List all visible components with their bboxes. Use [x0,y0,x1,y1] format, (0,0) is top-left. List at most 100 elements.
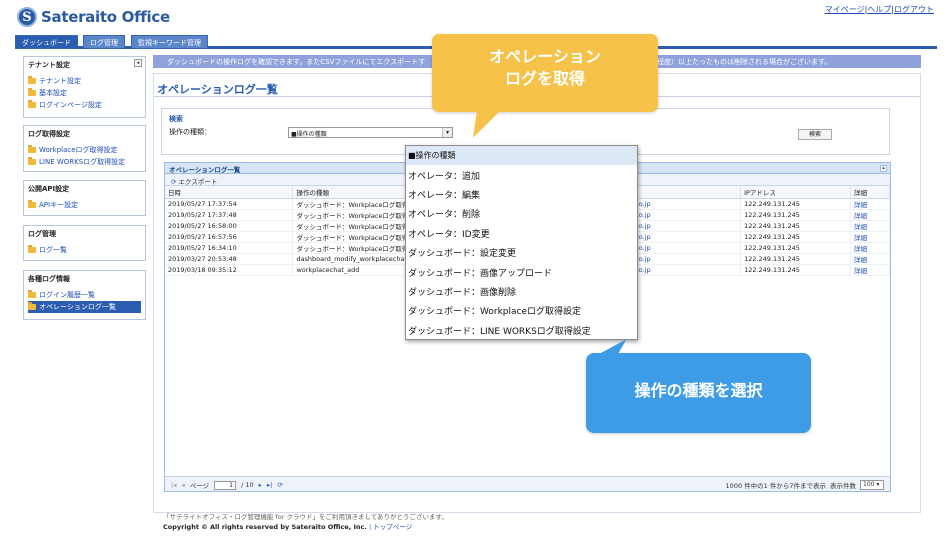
mypage-link[interactable]: マイページ [825,5,865,14]
tab-dashboard[interactable]: ダッシュボード [15,35,78,49]
top-page-link[interactable]: トップページ [373,523,412,531]
refresh-icon[interactable]: ⟳ [277,481,282,489]
page-size-select[interactable]: 100 ▾ [860,480,884,490]
prev-page-icon[interactable]: ◂ [181,481,184,489]
sidebar-section-title: ログ取得設定 [28,130,70,138]
folder-icon [28,76,36,84]
sidebar-section-public-api: 公開API設定 APIキー設定 [23,180,146,216]
app-logo[interactable]: S Sateraito Office [17,6,170,28]
cell-user[interactable]: to.jp [632,231,742,243]
detail-link[interactable]: 詳細 [850,231,890,243]
column-detail[interactable]: 詳細 [850,186,890,199]
last-page-icon[interactable]: ▸| [267,481,272,489]
operation-type-dropdown: ■操作の種類 オペレータ：追加 オペレータ：編集 オペレータ：削除 オペレータ：… [405,145,638,340]
dropdown-option[interactable]: ダッシュボード：LINE WORKSログ取得設定 [406,321,637,340]
cell-user[interactable]: to.jp [632,220,742,232]
chevron-down-icon[interactable]: ▾ [442,128,452,137]
cell-datetime: 2019/05/27 16:57:56 [165,231,294,243]
page-title: オペレーションログ一覧 [157,83,278,96]
cell-ip: 122.249.131.245 [740,198,851,210]
sidebar-item-login-page-settings[interactable]: ログインページ設定 [28,99,141,111]
collapse-icon[interactable]: ◂ [134,59,142,67]
page-number-input[interactable]: 1 [214,480,237,490]
sidebar-item-label: 基本設定 [39,89,67,97]
folder-icon [28,245,36,253]
dropdown-option[interactable]: ダッシュボード：Workplaceログ取得設定 [406,301,637,320]
dropdown-option[interactable]: ■操作の種類 [406,146,637,166]
callout-get-operation-log: オペレーション ログを取得 [432,34,658,112]
sidebar-item-login-history[interactable]: ログイン履歴一覧 [28,289,141,301]
detail-link[interactable]: 詳細 [850,253,890,265]
callout-line2: ログを取得 [504,69,585,88]
sidebar-section-title: ログ管理 [28,230,56,238]
cell-user[interactable]: to.jp [632,209,742,221]
search-title: 検索 [169,115,183,123]
dropdown-option[interactable]: オペレータ：追加 [406,165,637,184]
cell-ip: 122.249.131.245 [740,253,851,265]
pager-controls: |◂ ◂ ページ 1 / 10 ▸ ▸| ⟳ [171,480,283,490]
search-button[interactable]: 検索 [798,129,832,140]
cell-ip: 122.249.131.245 [740,242,851,254]
cell-user[interactable]: to.jp [632,242,742,254]
detail-link[interactable]: 詳細 [850,220,890,232]
export-button[interactable]: ⟳ エクスポート [171,178,217,186]
folder-icon [28,200,36,208]
logout-link[interactable]: ログアウト [894,5,934,14]
detail-link[interactable]: 詳細 [850,209,890,221]
folder-icon [28,88,36,96]
sidebar-item-workplace-log-settings[interactable]: Workplaceログ取得設定 [28,144,141,156]
sidebar-item-label: Workplaceログ取得設定 [39,146,118,154]
dropdown-option[interactable]: ダッシュボード：設定変更 [406,243,637,262]
page-total: / 10 [241,481,254,489]
dropdown-option[interactable]: オペレータ：ID変更 [406,224,637,243]
sidebar-section-title: 公開API設定 [28,185,70,193]
dropdown-option[interactable]: オペレータ：編集 [406,185,637,204]
sidebar-item-label: ログインページ設定 [39,101,102,109]
column-user[interactable] [632,186,742,199]
detail-link[interactable]: 詳細 [850,242,890,254]
info-text: ダッシュボードの操作ログを確認できます。またCSVファイルにてエクスポートす [167,58,426,66]
logo-mark: S [17,7,37,27]
operation-type-label: 操作の種類： [169,128,211,136]
pager: |◂ ◂ ページ 1 / 10 ▸ ▸| ⟳ 1000 件中の1 件から7件まで… [165,476,890,491]
cell-user[interactable]: to.jp [632,264,742,276]
sidebar-item-lineworks-log-settings[interactable]: LINE WORKSログ取得設定 [28,156,141,168]
column-datetime[interactable]: 日時 [165,186,294,199]
help-link[interactable]: ヘルプ [867,5,891,14]
sidebar-item-log-list[interactable]: ログ一覧 [28,244,141,256]
sidebar-item-basic-settings[interactable]: 基本設定 [28,87,141,99]
column-ip-address[interactable]: IPアドレス [740,186,851,199]
sidebar-item-tenant-settings[interactable]: テナント設定 [28,75,141,87]
cell-ip: 122.249.131.245 [740,209,851,221]
grid-title: オペレーションログ一覧 [169,166,241,174]
dropdown-option[interactable]: ダッシュボード：画像アップロード [406,262,637,281]
sidebar-section-title: テナント設定 [28,61,70,69]
detail-link[interactable]: 詳細 [850,264,890,276]
tab-log-management[interactable]: ログ管理 [83,35,125,49]
cell-user[interactable]: to.jp [632,253,742,265]
collapse-up-icon[interactable]: ▴ [880,165,887,172]
detail-link[interactable]: 詳細 [850,198,890,210]
folder-icon [28,290,36,298]
cell-user[interactable]: to.jp [632,198,742,210]
cell-datetime: 2019/05/27 17:37:54 [165,198,294,210]
next-page-icon[interactable]: ▸ [259,481,262,489]
folder-open-icon [28,302,36,310]
dropdown-option[interactable]: オペレータ：削除 [406,204,637,223]
sidebar-item-operation-log[interactable]: オペレーションログ一覧 [28,301,141,313]
cell-datetime: 2019/03/18 09:35:12 [165,264,294,276]
callout-select-operation-type: 操作の種類を選択 [586,353,811,433]
cell-datetime: 2019/05/27 16:34:10 [165,242,294,254]
first-page-icon[interactable]: |◂ [171,481,176,489]
footer: 「サテライトオフィス・ログ管理機能 for クラウド」をご利用頂きましてありがと… [163,512,448,532]
copyright: Copyright © All rights reserved by Sater… [163,523,367,531]
operation-type-select[interactable]: ■操作の種類 ▾ [288,127,453,138]
dropdown-option[interactable]: ダッシュボード：画像削除 [406,282,637,301]
sidebar-item-api-key-settings[interactable]: APIキー設定 [28,199,141,211]
sidebar-section-log-acquisition: ログ取得設定 Workplaceログ取得設定 LINE WORKSログ取得設定 [23,125,146,172]
tab-keyword-management[interactable]: 監視キーワード管理 [131,35,208,49]
footer-separator: | [368,523,372,531]
info-text-right: ヶ月程度）以上たったものは削除される場合がございます。 [643,58,832,66]
sidebar-item-label: ログ一覧 [39,246,67,254]
sidebar-item-label: テナント設定 [39,77,81,85]
